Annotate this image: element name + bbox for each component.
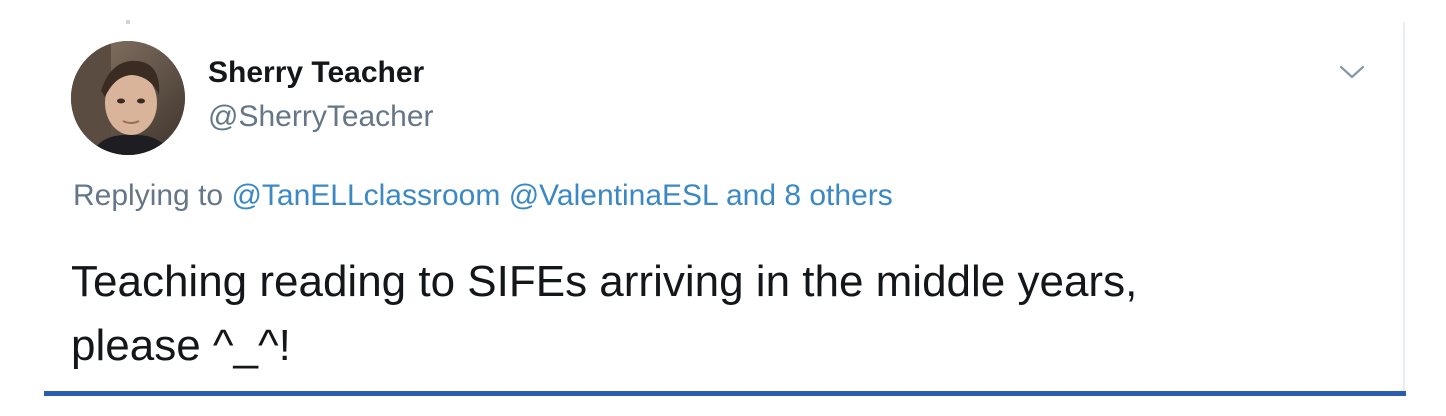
tweet-text: Teaching reading to SIFEs arriving in th…: [71, 250, 1371, 378]
others-link[interactable]: and 8 others: [726, 179, 893, 212]
decorative-dot: [126, 20, 130, 24]
tweet-text-line: please ^_^!: [71, 321, 291, 370]
avatar-image: [71, 41, 185, 155]
mention-link[interactable]: @TanELLclassroom: [231, 179, 500, 212]
author-handle[interactable]: @SherryTeacher: [208, 100, 434, 134]
chevron-down-icon: [1339, 64, 1365, 85]
author-display-name[interactable]: Sherry Teacher: [208, 56, 424, 90]
tweet-text-line: Teaching reading to SIFEs arriving in th…: [71, 257, 1138, 306]
avatar[interactable]: [71, 41, 185, 155]
tweet-card: Sherry Teacher @SherryTeacher Replying t…: [0, 0, 1446, 416]
accent-bar: [44, 391, 1406, 396]
reply-prefix: Replying to: [73, 179, 224, 212]
card-divider: [1403, 22, 1405, 392]
tweet-menu-button[interactable]: [1330, 56, 1374, 92]
reply-context: Replying to @TanELLclassroom @ValentinaE…: [73, 179, 893, 213]
mention-link[interactable]: @ValentinaESL: [509, 179, 718, 212]
